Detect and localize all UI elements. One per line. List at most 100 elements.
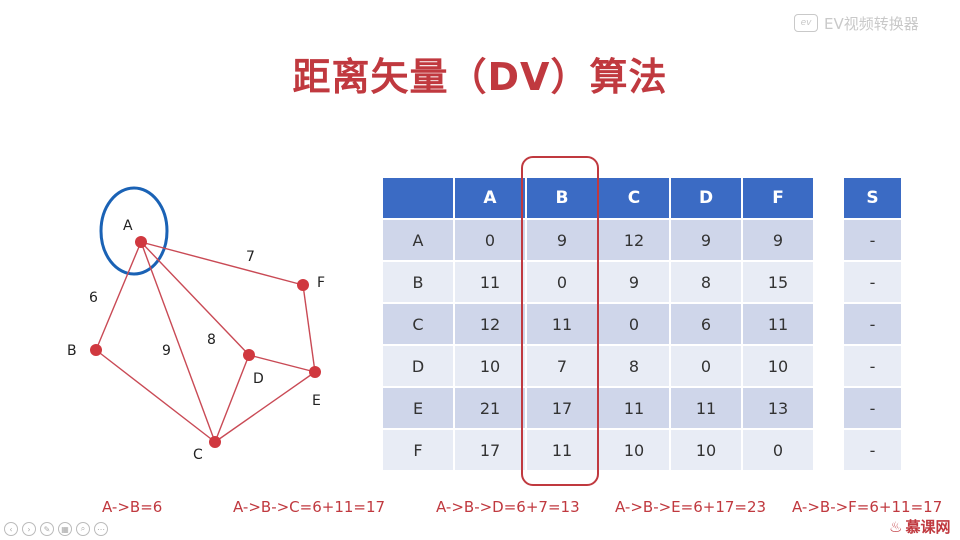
- table-cell: 13: [743, 388, 813, 428]
- table-cell: 0: [599, 304, 669, 344]
- prev-slide-icon[interactable]: ‹: [4, 522, 18, 536]
- slideshow-controls: ‹ › ✎ ▦ ⌕ ⋯: [4, 522, 108, 536]
- watermark-text: EV视频转换器: [824, 14, 919, 33]
- node-label-D: D: [253, 371, 264, 387]
- network-graph: A B C D E F 6 7 9 8: [67, 186, 325, 463]
- table-row: -: [844, 220, 901, 260]
- table-row: -: [844, 346, 901, 386]
- calc-a-b-d: A->B->D=6+7=13: [436, 498, 580, 516]
- table-row: -: [844, 304, 901, 344]
- table-cell: 12: [455, 304, 525, 344]
- table-row: -: [844, 430, 901, 470]
- imooc-logo: ♨ 慕课网: [889, 516, 950, 537]
- flame-icon: ♨: [889, 517, 903, 536]
- header-cell: S: [844, 178, 901, 218]
- edge-A-F: [140, 241, 304, 286]
- table-cell: -: [844, 220, 901, 260]
- table-cell: 15: [743, 262, 813, 302]
- node-label-C: C: [193, 447, 203, 463]
- distance-vector-table: A B C D F A 0 9 12 9 9 B 11 0 9 8 15 C 1…: [381, 176, 815, 472]
- header-cell: F: [743, 178, 813, 218]
- edge-C-E: [214, 371, 316, 443]
- header-cell: A: [455, 178, 525, 218]
- table-cell: 9: [671, 220, 741, 260]
- table-cell: 0: [527, 262, 597, 302]
- edge-F-E: [302, 284, 316, 373]
- pen-icon[interactable]: ✎: [40, 522, 54, 536]
- table-row: D 10 7 8 0 10: [383, 346, 813, 386]
- node-label-F: F: [317, 275, 325, 291]
- weight-A-B: 6: [89, 290, 98, 306]
- table-cell: 11: [671, 388, 741, 428]
- table-cell: 9: [527, 220, 597, 260]
- header-cell: B: [527, 178, 597, 218]
- table-cell: 9: [743, 220, 813, 260]
- table-cell: 11: [599, 388, 669, 428]
- table-cell: 21: [455, 388, 525, 428]
- table-header-row: S: [844, 178, 901, 218]
- table-cell: 11: [527, 304, 597, 344]
- table-cell: 8: [671, 262, 741, 302]
- table-header-row: A B C D F: [383, 178, 813, 218]
- table-cell: 11: [455, 262, 525, 302]
- row-header: C: [383, 304, 453, 344]
- calc-a-b-c: A->B->C=6+11=17: [233, 498, 386, 516]
- edge-B-C: [95, 349, 216, 443]
- row-header: F: [383, 430, 453, 470]
- node-F: [297, 279, 309, 291]
- table-cell: -: [844, 304, 901, 344]
- table-cell: 17: [527, 388, 597, 428]
- table-cell: 10: [599, 430, 669, 470]
- table-cell: 10: [455, 346, 525, 386]
- table-cell: 11: [527, 430, 597, 470]
- table-cell: -: [844, 262, 901, 302]
- table-cell: 0: [455, 220, 525, 260]
- table-cell: 8: [599, 346, 669, 386]
- row-header: D: [383, 346, 453, 386]
- table-row: F 17 11 10 10 0: [383, 430, 813, 470]
- table-row: E 21 17 11 11 13: [383, 388, 813, 428]
- node-label-A: A: [123, 218, 133, 234]
- row-header: B: [383, 262, 453, 302]
- table-row: B 11 0 9 8 15: [383, 262, 813, 302]
- ev-logo-icon: ev: [794, 14, 818, 32]
- watermark: ev EV视频转换器: [794, 12, 919, 34]
- zoom-icon[interactable]: ⌕: [76, 522, 90, 536]
- edge-A-C: [140, 241, 216, 443]
- node-label-B: B: [67, 343, 77, 359]
- table-cell: 7: [527, 346, 597, 386]
- header-cell: C: [599, 178, 669, 218]
- next-slide-icon[interactable]: ›: [22, 522, 36, 536]
- table-row: -: [844, 262, 901, 302]
- row-header: E: [383, 388, 453, 428]
- edge-A-D: [140, 241, 250, 356]
- node-E: [309, 366, 321, 378]
- table-cell: 10: [743, 346, 813, 386]
- table-cell: 12: [599, 220, 669, 260]
- row-header: A: [383, 220, 453, 260]
- table-row: A 0 9 12 9 9: [383, 220, 813, 260]
- header-cell: D: [671, 178, 741, 218]
- more-options-icon[interactable]: ⋯: [94, 522, 108, 536]
- table-cell: 10: [671, 430, 741, 470]
- header-cell: [383, 178, 453, 218]
- table-cell: 11: [743, 304, 813, 344]
- node-D: [243, 349, 255, 361]
- calc-a-b: A->B=6: [102, 498, 163, 516]
- table-cell: -: [844, 346, 901, 386]
- source-node-highlight: [99, 186, 169, 276]
- table-row: C 12 11 0 6 11: [383, 304, 813, 344]
- calc-a-b-e: A->B->E=6+17=23: [615, 498, 767, 516]
- node-label-E: E: [312, 393, 321, 409]
- edge-C-D: [214, 354, 250, 443]
- table-cell: -: [844, 430, 901, 470]
- node-B: [90, 344, 102, 356]
- slides-grid-icon[interactable]: ▦: [58, 522, 72, 536]
- table-cell: -: [844, 388, 901, 428]
- weight-A-C: 9: [162, 343, 171, 359]
- table-row: -: [844, 388, 901, 428]
- edge-A-B: [95, 241, 142, 351]
- s-column-table: S - - - - - -: [842, 176, 903, 472]
- table-cell: 9: [599, 262, 669, 302]
- calc-a-b-f: A->B->F=6+11=17: [792, 498, 943, 516]
